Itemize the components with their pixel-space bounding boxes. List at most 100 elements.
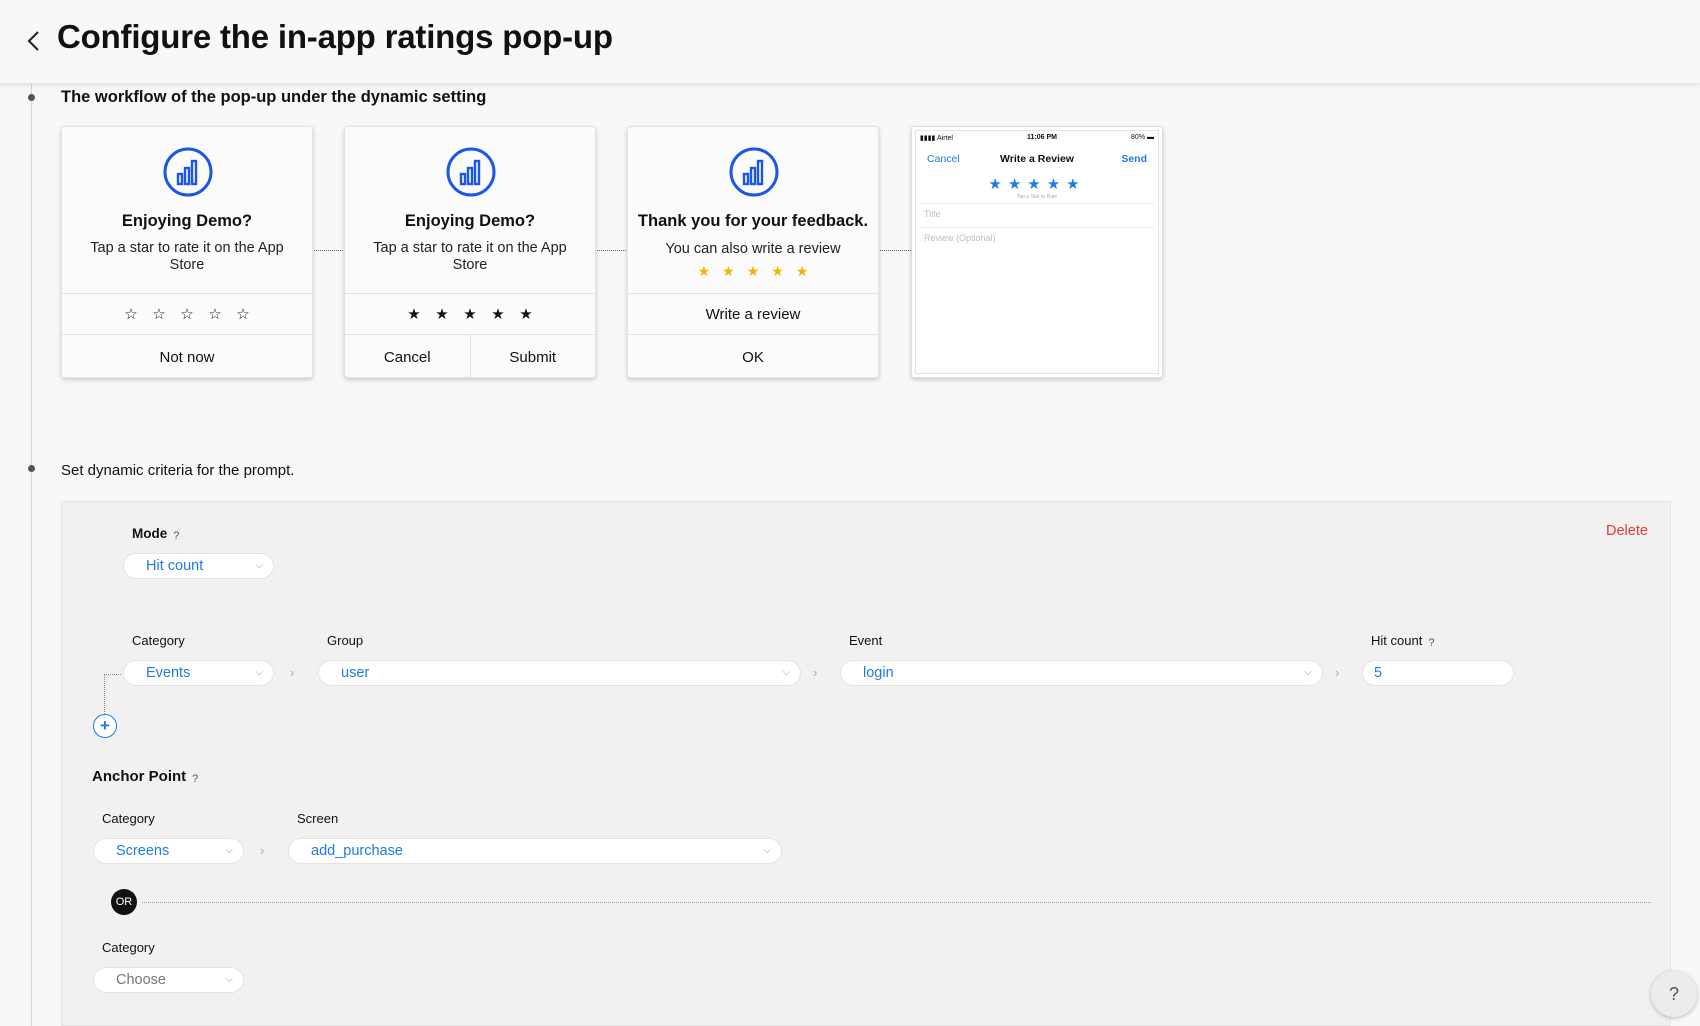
anchor-category2-label: Category <box>102 940 155 955</box>
app-store-review-screen: ▮▮▮▮ Airtel 11:06 PM 80% ▬ Write a Revie… <box>911 126 1163 378</box>
app-analytics-logo-icon <box>163 147 213 197</box>
clock: 11:06 PM <box>1027 134 1057 141</box>
tap-hint: Tap a Star to Rate <box>1016 194 1058 200</box>
anchor-category-label: Category <box>102 811 155 826</box>
chevron-right-icon: › <box>260 843 265 858</box>
star-outline-icon[interactable]: ☆ <box>207 305 223 323</box>
card-connector <box>597 250 628 251</box>
workflow-heading: The workflow of the pop-up under the dyn… <box>61 88 487 106</box>
hitcount-input[interactable]: 5 <box>1362 660 1514 686</box>
category-label: Category <box>132 633 185 648</box>
chevron-left-icon[interactable] <box>22 25 48 57</box>
star-gold-icon: ★ <box>795 263 809 279</box>
battery-icon: ▬ <box>1147 134 1154 141</box>
divider <box>920 227 1154 228</box>
group-label: Group <box>327 633 364 648</box>
hitcount-label: Hit count? <box>1371 633 1434 649</box>
add-condition-button[interactable]: + <box>93 714 117 738</box>
criteria-heading: Set dynamic criteria for the prompt. <box>61 462 295 479</box>
divider <box>920 203 1154 204</box>
card-title: Thank you for your feedback. <box>637 212 869 230</box>
help-icon[interactable]: ? <box>192 773 198 785</box>
or-divider <box>142 902 1651 903</box>
rating-stars-empty: ☆ ☆ ☆ ☆ ☆ <box>62 293 312 334</box>
star-gold-icon: ★ <box>771 263 784 279</box>
review-placeholder[interactable]: Review (Optional) <box>924 233 996 243</box>
rating-stars-gold: ★ ★ ★ ★ ★ <box>628 263 878 280</box>
help-icon[interactable]: ? <box>173 530 179 542</box>
delete-button[interactable]: Delete <box>1606 523 1648 539</box>
title-placeholder[interactable]: Title <box>924 209 941 219</box>
hitcount-value: 5 <box>1374 665 1383 681</box>
screen-label: Screen <box>297 811 339 826</box>
mode-value: Hit count <box>146 558 204 574</box>
star-filled-icon[interactable]: ★ <box>462 305 478 323</box>
phone-send-button[interactable]: Send <box>1121 153 1147 165</box>
criteria-panel: Delete Mode? Hit count ⌵ Category Group E… <box>61 501 1671 1026</box>
anchor-category2-select[interactable]: Choose ⌵ <box>93 967 244 993</box>
timeline-bullet <box>28 465 35 472</box>
star-filled-icon[interactable]: ★ <box>406 305 422 323</box>
timeline-bullet <box>28 94 35 101</box>
chevron-down-icon: ⌵ <box>255 667 263 678</box>
card-connector <box>314 250 345 251</box>
ok-button[interactable]: OK <box>628 335 878 377</box>
group-select[interactable]: user ⌵ <box>318 660 801 686</box>
card-connector <box>880 250 911 251</box>
screen-value: add_purchase <box>311 843 403 859</box>
or-badge: OR <box>111 889 137 915</box>
chevron-down-icon: ⌵ <box>225 845 233 856</box>
star-filled-icon[interactable]: ★ <box>490 305 506 323</box>
card-title: Enjoying Demo? <box>121 212 253 230</box>
group-value: user <box>341 665 370 681</box>
anchor-category-value: Screens <box>116 843 170 859</box>
popup-card-initial: Enjoying Demo? Tap a star to rate it on … <box>61 126 313 378</box>
chevron-down-icon: ⌵ <box>225 974 233 985</box>
star-filled-icon[interactable]: ★ <box>518 305 534 323</box>
screen-select[interactable]: add_purchase ⌵ <box>288 838 782 864</box>
not-now-button[interactable]: Not now <box>62 335 312 377</box>
tree-connector <box>104 674 105 714</box>
app-analytics-logo-icon <box>446 147 496 197</box>
help-fab-button[interactable]: ? <box>1651 971 1697 1017</box>
event-select[interactable]: login ⌵ <box>840 660 1323 686</box>
cancel-button[interactable]: Cancel <box>345 335 470 377</box>
chevron-down-icon: ⌵ <box>763 845 771 856</box>
chevron-right-icon: › <box>290 665 295 680</box>
signal-icon: ▮▮▮▮ <box>920 135 936 142</box>
event-value: login <box>863 665 894 681</box>
write-review-button[interactable]: Write a review <box>628 293 878 334</box>
star-outline-icon[interactable]: ☆ <box>151 305 167 323</box>
anchor-category-select[interactable]: Screens ⌵ <box>93 838 244 864</box>
chevron-down-icon: ⌵ <box>255 560 263 571</box>
phone-cancel-button[interactable]: Cancel <box>927 153 960 165</box>
page-header: Configure the in-app ratings pop-up <box>0 0 1700 84</box>
anchor-point-label-text: Anchor Point <box>92 768 187 785</box>
chevron-down-icon: ⌵ <box>782 667 790 678</box>
chevron-right-icon: › <box>1335 665 1340 680</box>
card-message: Tap a star to rate it on the App Store <box>90 240 284 273</box>
star-outline-icon[interactable]: ☆ <box>235 305 251 323</box>
tree-connector <box>104 674 121 675</box>
card-message: Tap a star to rate it on the App Store <box>373 240 567 273</box>
category-select[interactable]: Events ⌵ <box>123 660 274 686</box>
submit-button[interactable]: Submit <box>469 335 596 377</box>
chevron-right-icon: › <box>813 665 818 680</box>
event-label: Event <box>849 633 883 648</box>
chevron-down-icon: ⌵ <box>1304 667 1312 678</box>
anchor-point-label: Anchor Point? <box>92 768 198 785</box>
star-gold-icon: ★ <box>697 263 711 279</box>
star-outline-icon[interactable]: ☆ <box>179 305 195 323</box>
phone-rating-stars[interactable]: ★★★★★ <box>916 175 1158 193</box>
mode-select[interactable]: Hit count ⌵ <box>123 553 274 579</box>
mode-label: Mode? <box>132 526 179 542</box>
help-icon[interactable]: ? <box>1428 637 1434 649</box>
phone-screen: ▮▮▮▮ Airtel 11:06 PM 80% ▬ Write a Revie… <box>915 130 1159 374</box>
card-title: Enjoying Demo? <box>404 212 536 230</box>
hitcount-label-text: Hit count <box>1371 633 1423 648</box>
category-value: Events <box>146 665 191 681</box>
star-outline-icon[interactable]: ☆ <box>123 305 139 323</box>
star-filled-icon[interactable]: ★ <box>434 305 450 323</box>
status-bar: ▮▮▮▮ Airtel 11:06 PM 80% ▬ <box>920 134 1154 144</box>
popup-card-thanks: Thank you for your feedback. You can als… <box>627 126 879 378</box>
